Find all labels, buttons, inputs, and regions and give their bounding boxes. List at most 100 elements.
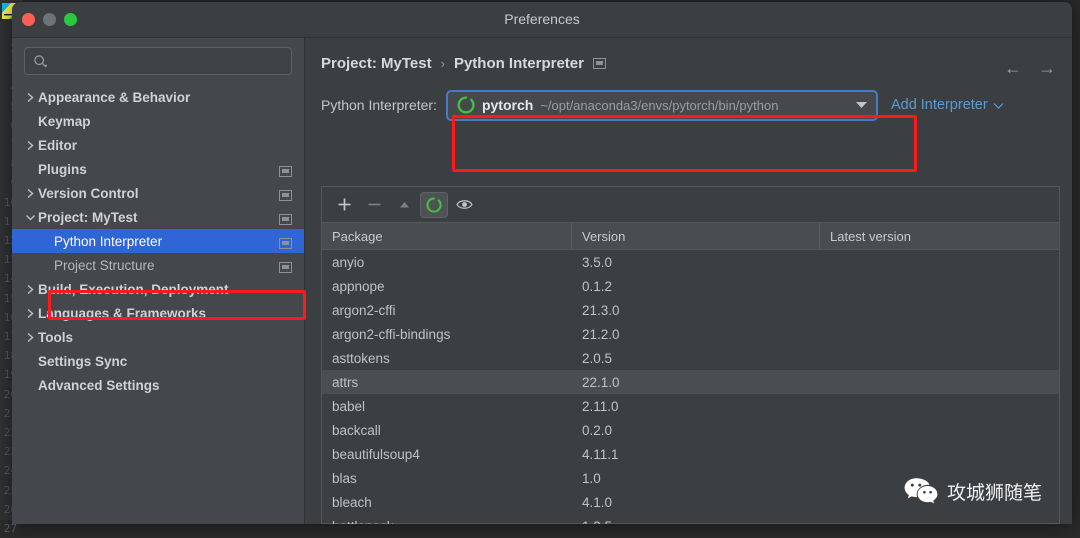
search-box[interactable] [24, 47, 292, 75]
sidebar-item-languages-frameworks[interactable]: Languages & Frameworks [12, 301, 304, 325]
table-row[interactable]: babel2.11.0 [322, 394, 1059, 418]
table-row[interactable]: attrs22.1.0 [322, 370, 1059, 394]
table-row[interactable]: bottleneck1.3.5 [322, 514, 1059, 524]
package-latest-version-cell [820, 514, 1059, 524]
package-latest-version-cell [820, 394, 1059, 418]
package-version-cell: 4.1.0 [572, 490, 820, 514]
table-row[interactable]: argon2-cffi21.3.0 [322, 298, 1059, 322]
interpreter-combo-box[interactable]: pytorch ~/opt/anaconda3/envs/pytorch/bin… [446, 90, 878, 121]
add-interpreter-link[interactable]: Add Interpreter [891, 97, 1004, 113]
package-name-cell: blas [322, 466, 572, 490]
chevron-down-icon[interactable] [22, 213, 38, 222]
search-icon [33, 54, 48, 69]
sidebar-item-editor[interactable]: Editor [12, 133, 304, 157]
column-header-latest-version[interactable]: Latest version [820, 223, 1059, 249]
settings-tree: Appearance & BehaviorKeymapEditor Plugins… [12, 85, 304, 397]
chevron-right-icon[interactable] [22, 284, 38, 295]
sidebar-item-version-control[interactable]: Version Control [12, 181, 304, 205]
annotation-box-interpreter-combo [452, 115, 917, 172]
remove-package-button[interactable] [360, 192, 388, 218]
table-row[interactable]: beautifulsoup44.11.1 [322, 442, 1059, 466]
screen-icon [279, 212, 292, 230]
show-early-releases-button[interactable] [450, 192, 478, 218]
package-name-cell: beautifulsoup4 [322, 442, 572, 466]
sidebar-item-project-structure[interactable]: Project Structure [12, 253, 304, 277]
chevron-right-icon[interactable] [22, 140, 38, 151]
back-arrow-icon[interactable]: ← [1004, 58, 1022, 79]
plus-icon [337, 197, 352, 212]
sidebar-item-project-mytest[interactable]: Project: MyTest [12, 205, 304, 229]
table-row[interactable]: argon2-cffi-bindings21.2.0 [322, 322, 1059, 346]
conda-icon [457, 96, 475, 114]
sidebar-item-label: Languages & Frameworks [38, 306, 206, 321]
add-package-button[interactable] [330, 192, 358, 218]
window-title: Preferences [12, 11, 1072, 27]
sidebar-item-label: Version Control [38, 186, 139, 201]
sidebar-item-tools[interactable]: Tools [12, 325, 304, 349]
package-name-cell: argon2-cffi-bindings [322, 322, 572, 346]
chevron-right-icon[interactable] [22, 332, 38, 343]
package-name-cell: asttokens [322, 346, 572, 370]
package-version-cell: 2.11.0 [572, 394, 820, 418]
package-name-cell: attrs [322, 370, 572, 394]
minus-icon [367, 197, 382, 212]
navigation-arrows[interactable]: ← → [1004, 58, 1056, 79]
packages-table-header: Package Version Latest version [322, 223, 1059, 250]
package-latest-version-cell [820, 442, 1059, 466]
sidebar-item-label: Project Structure [54, 258, 155, 273]
packages-toolbar [322, 187, 1059, 223]
settings-main-panel: Project: MyTest › Python Interpreter ← →… [305, 38, 1072, 524]
chevron-down-icon[interactable] [855, 101, 868, 109]
package-latest-version-cell [820, 322, 1059, 346]
search-input[interactable] [53, 54, 283, 68]
sidebar-item-label: Settings Sync [38, 354, 127, 369]
sidebar-item-label: Plugins [38, 162, 87, 177]
package-latest-version-cell [820, 418, 1059, 442]
table-row[interactable]: appnope0.1.2 [322, 274, 1059, 298]
table-row[interactable]: backcall0.2.0 [322, 418, 1059, 442]
sidebar-item-label: Project: MyTest [38, 210, 138, 225]
table-row[interactable]: anyio3.5.0 [322, 250, 1059, 274]
sidebar-item-settings-sync[interactable]: Settings Sync [12, 349, 304, 373]
interpreter-name: pytorch [482, 97, 533, 113]
sidebar-item-label: Advanced Settings [38, 378, 160, 393]
sidebar-item-keymap[interactable]: Keymap [12, 109, 304, 133]
chevron-right-icon[interactable] [22, 188, 38, 199]
python-interpreter-label: Python Interpreter: [321, 97, 437, 113]
package-version-cell: 22.1.0 [572, 370, 820, 394]
package-latest-version-cell [820, 250, 1059, 274]
package-name-cell: argon2-cffi [322, 298, 572, 322]
sidebar-item-advanced-settings[interactable]: Advanced Settings [12, 373, 304, 397]
sidebar-item-plugins[interactable]: Plugins [12, 157, 304, 181]
package-name-cell: backcall [322, 418, 572, 442]
breadcrumb-separator: › [441, 56, 445, 71]
sidebar-item-build-execution-deployment[interactable]: Build, Execution, Deployment [12, 277, 304, 301]
sidebar-item-appearance-behavior[interactable]: Appearance & Behavior [12, 85, 304, 109]
forward-arrow-icon[interactable]: → [1038, 58, 1056, 79]
package-name-cell: appnope [322, 274, 572, 298]
eye-icon [456, 198, 473, 211]
package-name-cell: babel [322, 394, 572, 418]
table-row[interactable]: asttokens2.0.5 [322, 346, 1059, 370]
upgrade-package-button[interactable] [390, 192, 418, 218]
interpreter-path: ~/opt/anaconda3/envs/pytorch/bin/python [540, 98, 778, 113]
sidebar-item-label: Build, Execution, Deployment [38, 282, 229, 297]
breadcrumb-project[interactable]: Project: MyTest [321, 55, 432, 72]
sidebar-item-python-interpreter[interactable]: Python Interpreter [12, 229, 304, 253]
screen-icon [279, 164, 292, 182]
sidebar-item-label: Tools [38, 330, 73, 345]
breadcrumb-page: Python Interpreter [454, 55, 584, 72]
package-version-cell: 3.5.0 [572, 250, 820, 274]
package-name-cell: bottleneck [322, 514, 572, 524]
add-interpreter-label: Add Interpreter [891, 97, 988, 113]
column-header-package[interactable]: Package [322, 223, 572, 249]
package-name-cell: anyio [322, 250, 572, 274]
column-header-version[interactable]: Version [572, 223, 820, 249]
package-latest-version-cell [820, 274, 1059, 298]
package-version-cell: 1.3.5 [572, 514, 820, 524]
screen-icon [279, 236, 292, 254]
chevron-right-icon[interactable] [22, 308, 38, 319]
chevron-down-icon [993, 102, 1004, 109]
conda-toggle-button[interactable] [420, 192, 448, 218]
chevron-right-icon[interactable] [22, 92, 38, 103]
